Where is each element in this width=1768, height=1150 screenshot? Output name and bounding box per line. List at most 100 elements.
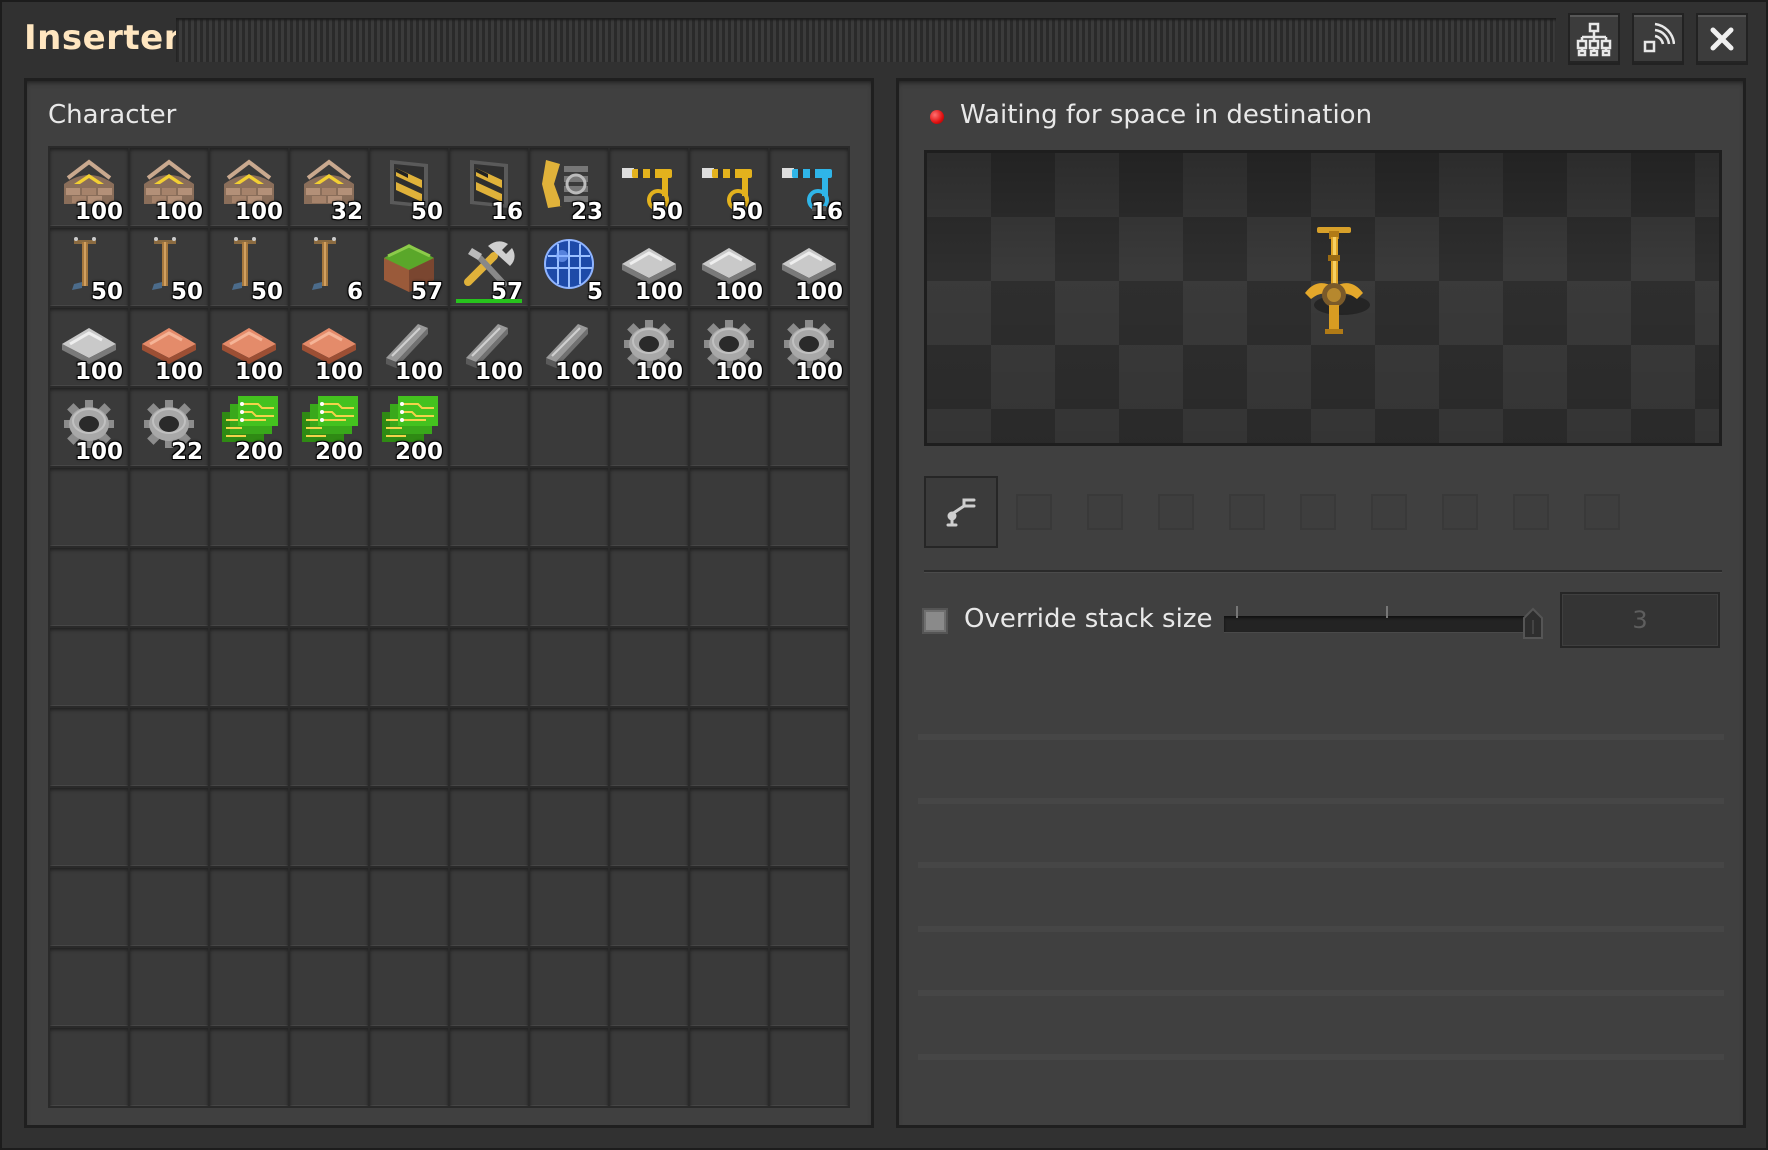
inventory-slot[interactable]: 50	[610, 148, 688, 226]
empty-inventory-slot[interactable]	[530, 948, 608, 1026]
slider-track[interactable]	[1224, 616, 1536, 632]
empty-inventory-slot[interactable]	[770, 948, 848, 1026]
empty-inventory-slot[interactable]	[370, 868, 448, 946]
empty-inventory-slot[interactable]	[610, 548, 688, 626]
inventory-slot[interactable]: 100	[130, 308, 208, 386]
empty-inventory-slot[interactable]	[690, 788, 768, 866]
inventory-slot[interactable]: 50	[210, 228, 288, 306]
empty-inventory-slot[interactable]	[450, 388, 528, 466]
inventory-slot[interactable]: 100	[610, 308, 688, 386]
empty-inventory-slot[interactable]	[290, 468, 368, 546]
empty-inventory-slot[interactable]	[290, 708, 368, 786]
empty-inventory-slot[interactable]	[690, 708, 768, 786]
signal-button[interactable]	[1632, 13, 1684, 65]
empty-inventory-slot[interactable]	[770, 868, 848, 946]
empty-inventory-slot[interactable]	[130, 1028, 208, 1106]
inventory-slot[interactable]: 100	[610, 228, 688, 306]
empty-inventory-slot[interactable]	[770, 708, 848, 786]
empty-inventory-slot[interactable]	[50, 708, 128, 786]
empty-inventory-slot[interactable]	[210, 708, 288, 786]
empty-inventory-slot[interactable]	[370, 1028, 448, 1106]
empty-inventory-slot[interactable]	[690, 388, 768, 466]
empty-inventory-slot[interactable]	[50, 628, 128, 706]
inventory-slot[interactable]: 5	[530, 228, 608, 306]
inventory-slot[interactable]: 6	[290, 228, 368, 306]
empty-inventory-slot[interactable]	[290, 868, 368, 946]
empty-inventory-slot[interactable]	[50, 1028, 128, 1106]
empty-inventory-slot[interactable]	[130, 788, 208, 866]
inventory-slot[interactable]: 100	[770, 308, 848, 386]
stack-size-field[interactable]: 3	[1560, 592, 1720, 648]
empty-inventory-slot[interactable]	[290, 948, 368, 1026]
empty-inventory-slot[interactable]	[370, 468, 448, 546]
empty-inventory-slot[interactable]	[770, 788, 848, 866]
empty-inventory-slot[interactable]	[450, 628, 528, 706]
empty-inventory-slot[interactable]	[50, 868, 128, 946]
empty-inventory-slot[interactable]	[450, 708, 528, 786]
inventory-slot[interactable]: 100	[370, 308, 448, 386]
empty-inventory-slot[interactable]	[370, 628, 448, 706]
empty-inventory-slot[interactable]	[610, 948, 688, 1026]
empty-inventory-slot[interactable]	[450, 548, 528, 626]
inventory-slot[interactable]: 200	[210, 388, 288, 466]
stack-size-slider[interactable]	[1224, 606, 1543, 639]
drag-handle[interactable]	[176, 18, 1556, 62]
inventory-slot[interactable]: 22	[130, 388, 208, 466]
empty-inventory-slot[interactable]	[690, 948, 768, 1026]
empty-inventory-slot[interactable]	[370, 548, 448, 626]
inventory-slot[interactable]: 32	[290, 148, 368, 226]
inventory-slot[interactable]: 50	[50, 228, 128, 306]
close-button[interactable]	[1696, 13, 1748, 65]
inventory-slot[interactable]: 100	[210, 148, 288, 226]
empty-inventory-slot[interactable]	[610, 468, 688, 546]
empty-inventory-slot[interactable]	[210, 868, 288, 946]
empty-inventory-slot[interactable]	[690, 868, 768, 946]
empty-inventory-slot[interactable]	[50, 548, 128, 626]
empty-inventory-slot[interactable]	[50, 468, 128, 546]
inventory-slot[interactable]: 100	[290, 308, 368, 386]
empty-inventory-slot[interactable]	[290, 788, 368, 866]
inventory-slot[interactable]: 16	[450, 148, 528, 226]
empty-inventory-slot[interactable]	[130, 948, 208, 1026]
inventory-slot[interactable]: 50	[690, 148, 768, 226]
empty-inventory-slot[interactable]	[690, 628, 768, 706]
inventory-slot[interactable]: 100	[690, 228, 768, 306]
empty-inventory-slot[interactable]	[290, 548, 368, 626]
empty-inventory-slot[interactable]	[530, 628, 608, 706]
inventory-slot[interactable]: 100	[130, 148, 208, 226]
empty-inventory-slot[interactable]	[530, 788, 608, 866]
empty-inventory-slot[interactable]	[370, 788, 448, 866]
empty-inventory-slot[interactable]	[450, 1028, 528, 1106]
inventory-slot[interactable]: 57	[370, 228, 448, 306]
empty-inventory-slot[interactable]	[130, 868, 208, 946]
inventory-slot[interactable]: 57	[450, 228, 528, 306]
empty-inventory-slot[interactable]	[610, 708, 688, 786]
inventory-slot[interactable]: 100	[50, 388, 128, 466]
empty-inventory-slot[interactable]	[770, 388, 848, 466]
empty-inventory-slot[interactable]	[450, 788, 528, 866]
empty-inventory-slot[interactable]	[530, 1028, 608, 1106]
empty-inventory-slot[interactable]	[290, 1028, 368, 1106]
empty-inventory-slot[interactable]	[530, 708, 608, 786]
inventory-slot[interactable]: 100	[50, 148, 128, 226]
entity-preview[interactable]	[924, 150, 1722, 446]
empty-inventory-slot[interactable]	[770, 468, 848, 546]
inventory-slot[interactable]: 100	[450, 308, 528, 386]
inventory-slot[interactable]: 100	[50, 308, 128, 386]
empty-inventory-slot[interactable]	[210, 1028, 288, 1106]
empty-inventory-slot[interactable]	[210, 788, 288, 866]
empty-inventory-slot[interactable]	[770, 548, 848, 626]
empty-inventory-slot[interactable]	[210, 628, 288, 706]
empty-inventory-slot[interactable]	[690, 1028, 768, 1106]
empty-inventory-slot[interactable]	[530, 548, 608, 626]
inventory-slot[interactable]: 23	[530, 148, 608, 226]
inventory-slot[interactable]: 100	[770, 228, 848, 306]
empty-inventory-slot[interactable]	[370, 948, 448, 1026]
empty-inventory-slot[interactable]	[370, 708, 448, 786]
empty-inventory-slot[interactable]	[50, 788, 128, 866]
empty-inventory-slot[interactable]	[130, 628, 208, 706]
inventory-slot[interactable]: 100	[690, 308, 768, 386]
circuit-network-button[interactable]	[1568, 13, 1620, 65]
empty-inventory-slot[interactable]	[530, 868, 608, 946]
empty-inventory-slot[interactable]	[50, 948, 128, 1026]
